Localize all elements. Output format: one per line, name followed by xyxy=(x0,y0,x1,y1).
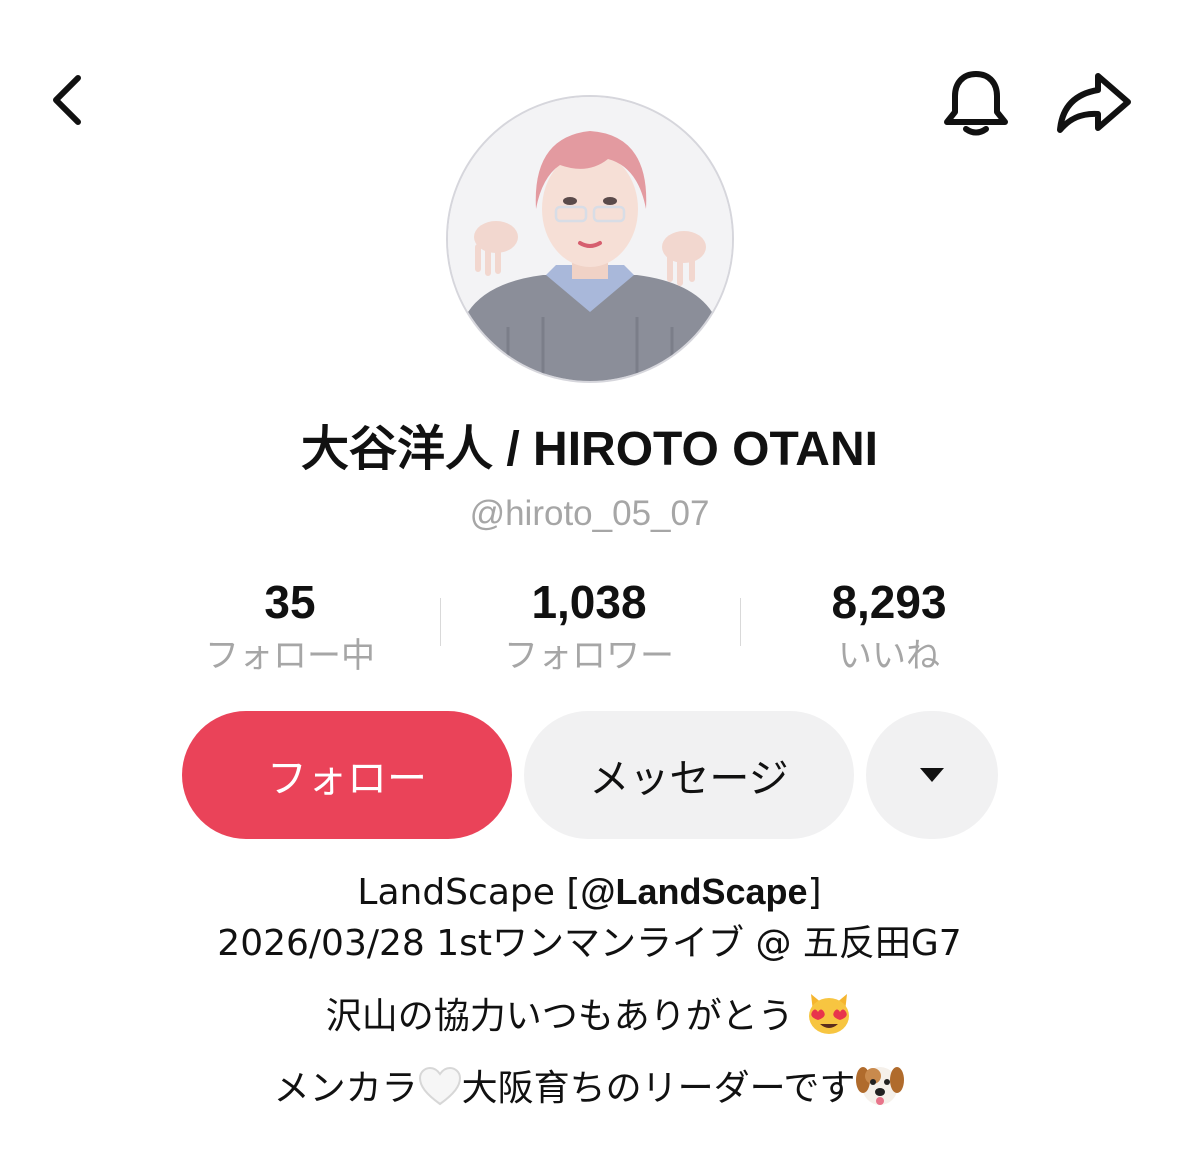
likes-stat[interactable]: 8,293 いいね xyxy=(739,572,1039,680)
bio-line-3: 沢山の協力いつもありがとう xyxy=(0,990,1179,1041)
share-arrow-icon xyxy=(1057,73,1131,133)
message-button[interactable]: メッセージ xyxy=(524,711,854,839)
chevron-left-icon xyxy=(53,75,81,125)
bio-mention-link[interactable]: @LandScape xyxy=(580,871,807,912)
bio-line-1: LandScape [@LandScape] xyxy=(0,868,1179,917)
bio-group-close: ] xyxy=(807,872,822,913)
followers-count: 1,038 xyxy=(531,576,647,628)
back-button[interactable] xyxy=(38,68,102,132)
notification-button[interactable] xyxy=(938,66,1014,142)
white-heart-emoji xyxy=(418,1066,461,1106)
bio-line-2: 2026/03/28 1stワンマンライブ @ 五反田G7 xyxy=(217,923,962,964)
caret-down-icon xyxy=(920,768,944,782)
username-handle: @hiroto_05_07 xyxy=(469,494,710,533)
bio-line-4-text-2: 大阪育ちのリーダーです xyxy=(461,1068,856,1109)
bio-line-3-text: 沢山の協力いつもありがとう xyxy=(325,996,794,1037)
bio-line-4-text-1: メンカラ xyxy=(273,1068,418,1109)
display-name: 大谷洋人 / HIROTO OTANI xyxy=(301,423,878,476)
avatar[interactable] xyxy=(446,95,734,383)
following-stat[interactable]: 35 フォロー中 xyxy=(140,572,440,680)
followers-label: フォロワー xyxy=(504,636,674,676)
likes-count: 8,293 xyxy=(831,576,947,628)
avatar-photo xyxy=(448,97,732,381)
follow-button[interactable]: フォロー xyxy=(182,711,512,839)
likes-label: いいね xyxy=(838,636,940,676)
following-label: フォロー中 xyxy=(205,636,375,676)
more-options-button[interactable] xyxy=(866,711,998,839)
share-button[interactable] xyxy=(1052,66,1136,142)
bio-group-text: LandScape [ xyxy=(357,872,581,913)
followers-stat[interactable]: 1,038 フォロワー xyxy=(439,572,739,680)
bell-icon xyxy=(944,71,1008,136)
dog-face-emoji xyxy=(856,1067,905,1105)
bio-line-4: メンカラ 大阪育ちのリーダーです xyxy=(0,1062,1179,1113)
following-count: 35 xyxy=(264,576,316,628)
heart-eyes-cat-emoji xyxy=(809,994,850,1034)
